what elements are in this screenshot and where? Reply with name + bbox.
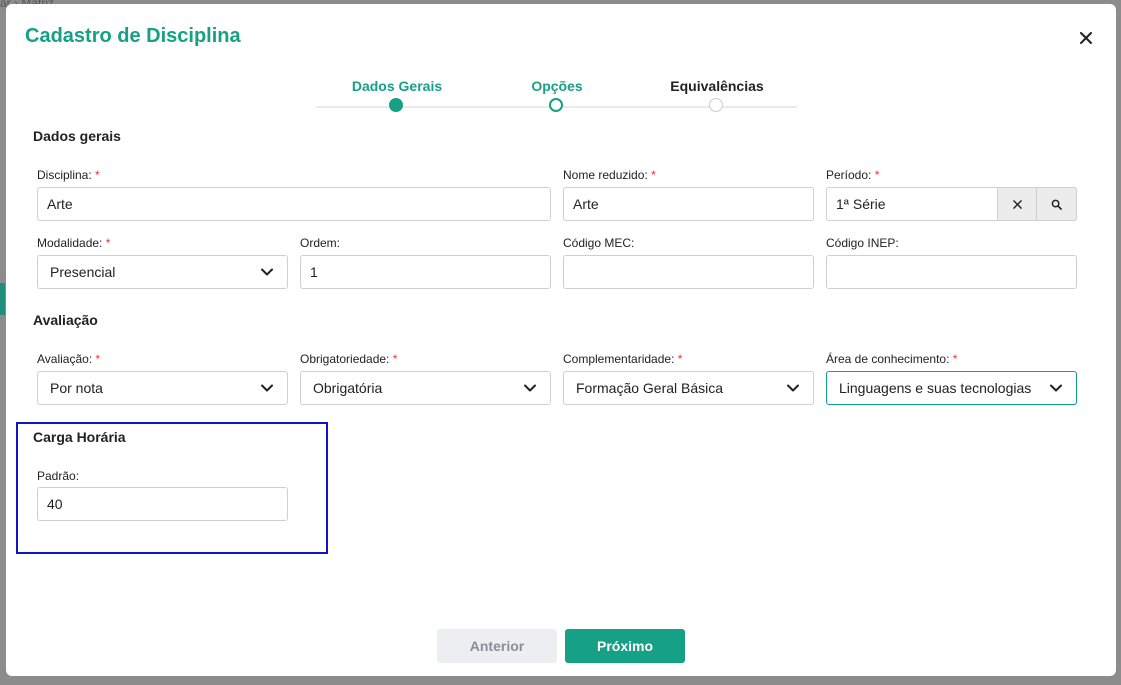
disciplina-label: Disciplina: * [37,168,100,182]
section-carga-horaria: Carga Horária [33,429,126,445]
disciplina-input[interactable]: Arte [37,187,551,221]
periodo-search-button[interactable] [1037,187,1077,221]
select-value: Linguagens e suas tecnologias [839,380,1032,396]
label-text: Complementaridade: [563,352,675,366]
label-text: Modalidade: [37,236,103,250]
select-value: Por nota [50,380,103,396]
ordem-label: Ordem: [300,236,341,250]
label-text: Nome reduzido: [563,168,648,182]
codigo-inep-input[interactable] [826,255,1077,289]
required-mark: * [651,168,656,182]
padrao-input[interactable]: 40 [37,487,288,521]
section-avaliacao: Avaliação [33,312,98,328]
chevron-down-icon [261,381,275,395]
discipline-modal: Cadastro de Disciplina Dados Gerais Opçõ… [6,4,1116,676]
obrigatoriedade-label: Obrigatoriedade: * [300,352,397,366]
proximo-button[interactable]: Próximo [565,629,685,663]
step-dot-current [549,98,563,112]
required-mark: * [95,352,101,366]
required-mark: * [95,168,100,182]
label-text: Obrigatoriedade: [300,352,390,366]
padrao-label: Padrão: [37,469,80,483]
periodo-label: Período: * [826,168,879,182]
anterior-button[interactable]: Anterior [437,629,557,663]
complementaridade-select[interactable]: Formação Geral Básica [563,371,814,405]
area-conhecimento-label: Área de conhecimento: * [826,352,957,366]
avaliacao-select[interactable]: Por nota [37,371,288,405]
required-mark: * [874,168,880,182]
step-dados-gerais[interactable]: Dados Gerais [317,78,477,112]
nome-reduzido-input[interactable]: Arte [563,187,814,221]
periodo-clear-button[interactable] [997,187,1037,221]
step-label: Equivalências [670,78,764,94]
ordem-input[interactable]: 1 [300,255,551,289]
search-icon [1051,199,1062,210]
complementaridade-label: Complementaridade: * [563,352,682,366]
required-mark: * [392,352,398,366]
required-mark: * [677,352,683,366]
chevron-down-icon [261,265,275,279]
close-button[interactable] [1076,28,1096,48]
step-dot-completed [389,98,403,112]
step-equivalencias[interactable]: Equivalências [637,78,797,112]
step-label: Dados Gerais [351,78,443,94]
modalidade-label: Modalidade: * [37,236,110,250]
area-conhecimento-select[interactable]: Linguagens e suas tecnologias [826,371,1077,405]
step-dot-pending [709,98,723,112]
periodo-field: 1ª Série [826,187,1077,221]
avaliacao-label: Avaliação: * [37,352,100,366]
periodo-input[interactable]: 1ª Série [826,187,997,221]
select-value: Formação Geral Básica [576,380,724,396]
step-label: Opções [531,78,583,94]
required-mark: * [952,352,958,366]
modal-title: Cadastro de Disciplina [25,25,241,47]
chevron-down-icon [787,381,801,395]
codigo-mec-label: Código MEC: [563,236,635,250]
chevron-down-icon [524,381,538,395]
nome-reduzido-label: Nome reduzido: * [563,168,656,182]
chevron-down-icon [1050,381,1064,395]
label-text: Área de conhecimento: [826,352,950,366]
close-icon [1080,32,1092,44]
required-mark: * [105,236,111,250]
label-text: Disciplina: [37,168,92,182]
label-text: Avaliação: [37,352,93,366]
codigo-inep-label: Código INEP: [826,236,899,250]
select-value: Obrigatória [313,380,383,396]
select-value: Presencial [50,264,116,280]
codigo-mec-input[interactable] [563,255,814,289]
step-opcoes[interactable]: Opções [477,78,637,112]
backdrop-accent-bar [0,283,5,315]
modalidade-select[interactable]: Presencial [37,255,288,289]
label-text: Período: [826,168,872,182]
close-icon [1012,199,1022,209]
section-dados-gerais: Dados gerais [33,128,121,144]
obrigatoriedade-select[interactable]: Obrigatória [300,371,551,405]
